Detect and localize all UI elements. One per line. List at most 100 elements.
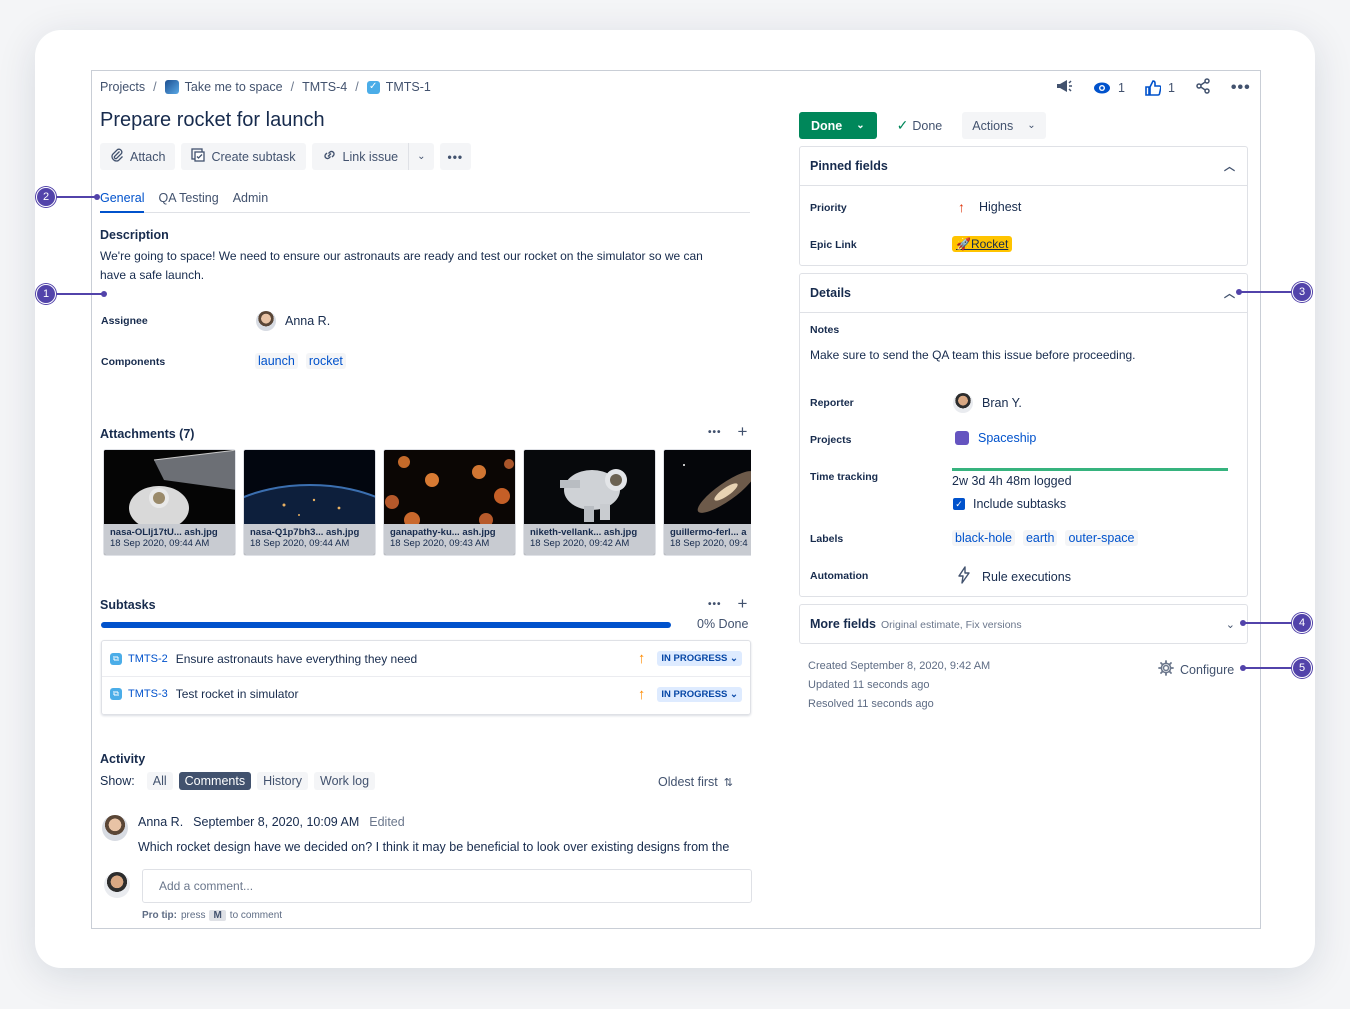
attach-button[interactable]: Attach xyxy=(100,143,176,170)
breadcrumb-projects[interactable]: Projects xyxy=(100,80,145,94)
add-icon[interactable]: + xyxy=(738,423,748,442)
subtask-list: ⧉ TMTS-2 Ensure astronauts have everythi… xyxy=(101,640,751,715)
subtask-summary[interactable]: Ensure astronauts have everything they n… xyxy=(176,652,418,666)
link-issue-dropdown-button[interactable]: ⌄ xyxy=(408,143,434,170)
configure-button[interactable]: Configure xyxy=(1158,660,1234,679)
status-row: Done ⌄ ✓ Done Actions ⌄ xyxy=(799,112,1046,139)
automation-value[interactable]: Rule executions xyxy=(958,566,1071,587)
more-toolbar-button[interactable]: ••• xyxy=(439,143,472,170)
more-icon[interactable]: ••• xyxy=(708,424,722,442)
subtask-summary[interactable]: Test rocket in simulator xyxy=(176,687,299,701)
label-chip[interactable]: outer-space xyxy=(1065,530,1138,546)
subtask-row[interactable]: ⧉ TMTS-3 Test rocket in simulator ↑ IN P… xyxy=(102,676,750,711)
chevron-down-icon: ⌄ xyxy=(856,120,865,131)
watch-button[interactable]: 1 xyxy=(1093,81,1125,95)
resolution: ✓ Done xyxy=(896,117,943,133)
component-chip[interactable]: rocket xyxy=(305,353,346,369)
breadcrumb: Projects / Take me to space / TMTS-4 / ✓… xyxy=(100,80,431,94)
tab-qa-testing[interactable]: QA Testing xyxy=(158,189,218,213)
labels-label: Labels xyxy=(810,533,844,545)
components-label: Components xyxy=(101,356,166,368)
attachment-thumbnail[interactable]: nasa-OLlj17tU... ash.jpg 18 Sep 2020, 09:… xyxy=(103,449,236,556)
attachment-thumbnail[interactable]: ganapathy-ku... ash.jpg 18 Sep 2020, 09:4… xyxy=(383,449,516,556)
attachment-thumbnail[interactable]: guillermo-ferl... a 18 Sep 2020, 09:4 xyxy=(663,449,751,556)
header-actions: 1 1 ••• xyxy=(1055,78,1251,97)
components-value: launch rocket xyxy=(255,353,346,369)
priority-high-icon: ↑ xyxy=(637,650,646,667)
subtask-key[interactable]: TMTS-3 xyxy=(128,688,168,700)
tab-admin[interactable]: Admin xyxy=(233,189,268,213)
comment-date: September 8, 2020, 10:09 AM xyxy=(193,815,360,829)
annotation-leader-1 xyxy=(56,293,102,295)
include-subtasks-checkbox[interactable]: ✓ Include subtasks xyxy=(953,497,1066,511)
chevron-down-icon[interactable]: ⌄ xyxy=(1226,618,1235,631)
breadcrumb-parent[interactable]: TMTS-4 xyxy=(302,80,347,94)
epic-link-lozenge[interactable]: 🚀Rocket xyxy=(952,236,1013,252)
link-icon xyxy=(322,148,337,165)
more-fields-panel[interactable]: More fields Original estimate, Fix versi… xyxy=(799,604,1248,644)
paperclip-icon xyxy=(110,148,124,165)
status-badge[interactable]: IN PROGRESS ⌄ xyxy=(657,686,742,702)
reporter-value[interactable]: Bran Y. xyxy=(953,393,1022,413)
attachment-thumbnail[interactable]: niketh-vellank... ash.jpg 18 Sep 2020, 09… xyxy=(523,449,656,556)
annotation-leader-2 xyxy=(56,196,96,198)
link-issue-split: Link issue ⌄ xyxy=(311,143,434,170)
share-icon[interactable] xyxy=(1195,78,1211,97)
subtask-row[interactable]: ⧉ TMTS-2 Ensure astronauts have everythi… xyxy=(102,641,750,676)
filter-work-log[interactable]: Work log xyxy=(314,772,376,790)
more-actions-icon[interactable]: ••• xyxy=(1231,79,1251,97)
filter-all[interactable]: All xyxy=(146,772,173,790)
rocket-icon: 🚀 xyxy=(956,237,971,251)
status-badge[interactable]: IN PROGRESS ⌄ xyxy=(657,651,742,666)
status-transition-button[interactable]: Done ⌄ xyxy=(799,112,877,139)
comment-author[interactable]: Anna R. xyxy=(138,815,183,829)
attachment-image xyxy=(664,450,751,526)
chevron-up-icon[interactable]: ︿ xyxy=(1224,158,1235,174)
breadcrumb-issue[interactable]: ✓ TMTS-1 xyxy=(366,80,431,94)
annotation-marker-3: 3 xyxy=(1292,282,1312,302)
chevron-up-icon[interactable]: ︿ xyxy=(1224,285,1235,301)
annotation-dot-1 xyxy=(101,291,107,297)
activity-heading: Activity xyxy=(100,752,146,766)
chevron-down-icon: ⌄ xyxy=(1027,120,1036,131)
add-comment-input[interactable]: Add a comment... xyxy=(142,869,752,903)
priority-high-icon: ↑ xyxy=(637,685,646,703)
attachment-thumbnail[interactable]: nasa-Q1p7bh3... ash.jpg 18 Sep 2020, 09:4… xyxy=(243,449,376,556)
feedback-megaphone-icon[interactable] xyxy=(1055,78,1073,97)
attachment-image xyxy=(104,450,235,530)
issue-title[interactable]: Prepare rocket for launch xyxy=(100,109,325,132)
more-icon[interactable]: ••• xyxy=(708,596,722,614)
breadcrumb-project[interactable]: Take me to space xyxy=(164,80,283,94)
component-chip[interactable]: launch xyxy=(255,353,298,369)
vote-button[interactable]: 1 xyxy=(1145,79,1175,96)
projects-value[interactable]: Spaceship xyxy=(955,431,1036,445)
avatar xyxy=(104,872,130,901)
label-chip[interactable]: earth xyxy=(1022,530,1058,546)
attachment-strip: nasa-OLlj17tU... ash.jpg 18 Sep 2020, 09:… xyxy=(103,449,751,557)
filter-comments[interactable]: Comments xyxy=(178,772,252,790)
pinned-fields-header[interactable]: Pinned fields ︿ xyxy=(800,147,1247,186)
labels-value: black-hole earth outer-space xyxy=(952,530,1138,546)
priority-value[interactable]: ↑ Highest xyxy=(958,199,1021,215)
add-icon[interactable]: + xyxy=(738,595,748,614)
attachments-heading: Attachments (7) xyxy=(100,427,195,441)
assignee-value[interactable]: Anna R. xyxy=(256,311,330,331)
label-chip[interactable]: black-hole xyxy=(952,530,1015,546)
details-header[interactable]: Details ︿ xyxy=(800,274,1247,313)
field-tabs: General QA Testing Admin xyxy=(100,189,750,213)
notes-value[interactable]: Make sure to send the QA team this issue… xyxy=(810,348,1136,362)
priority-highest-icon: ↑ xyxy=(958,199,965,215)
filter-history[interactable]: History xyxy=(257,772,308,790)
subtask-icon xyxy=(191,148,206,165)
subtask-key[interactable]: TMTS-2 xyxy=(128,653,168,665)
actions-button[interactable]: Actions ⌄ xyxy=(962,112,1046,139)
avatar xyxy=(102,815,128,844)
link-issue-button[interactable]: Link issue xyxy=(311,143,409,170)
create-subtask-button[interactable]: Create subtask xyxy=(181,143,306,170)
time-tracking-label: Time tracking xyxy=(810,471,879,483)
thumbs-up-icon xyxy=(1145,79,1161,96)
description-text[interactable]: We're going to space! We need to ensure … xyxy=(100,247,730,285)
sort-order-button[interactable]: Oldest first ⇅ xyxy=(658,775,733,789)
automation-label: Automation xyxy=(810,570,869,582)
tab-general[interactable]: General xyxy=(100,189,145,213)
